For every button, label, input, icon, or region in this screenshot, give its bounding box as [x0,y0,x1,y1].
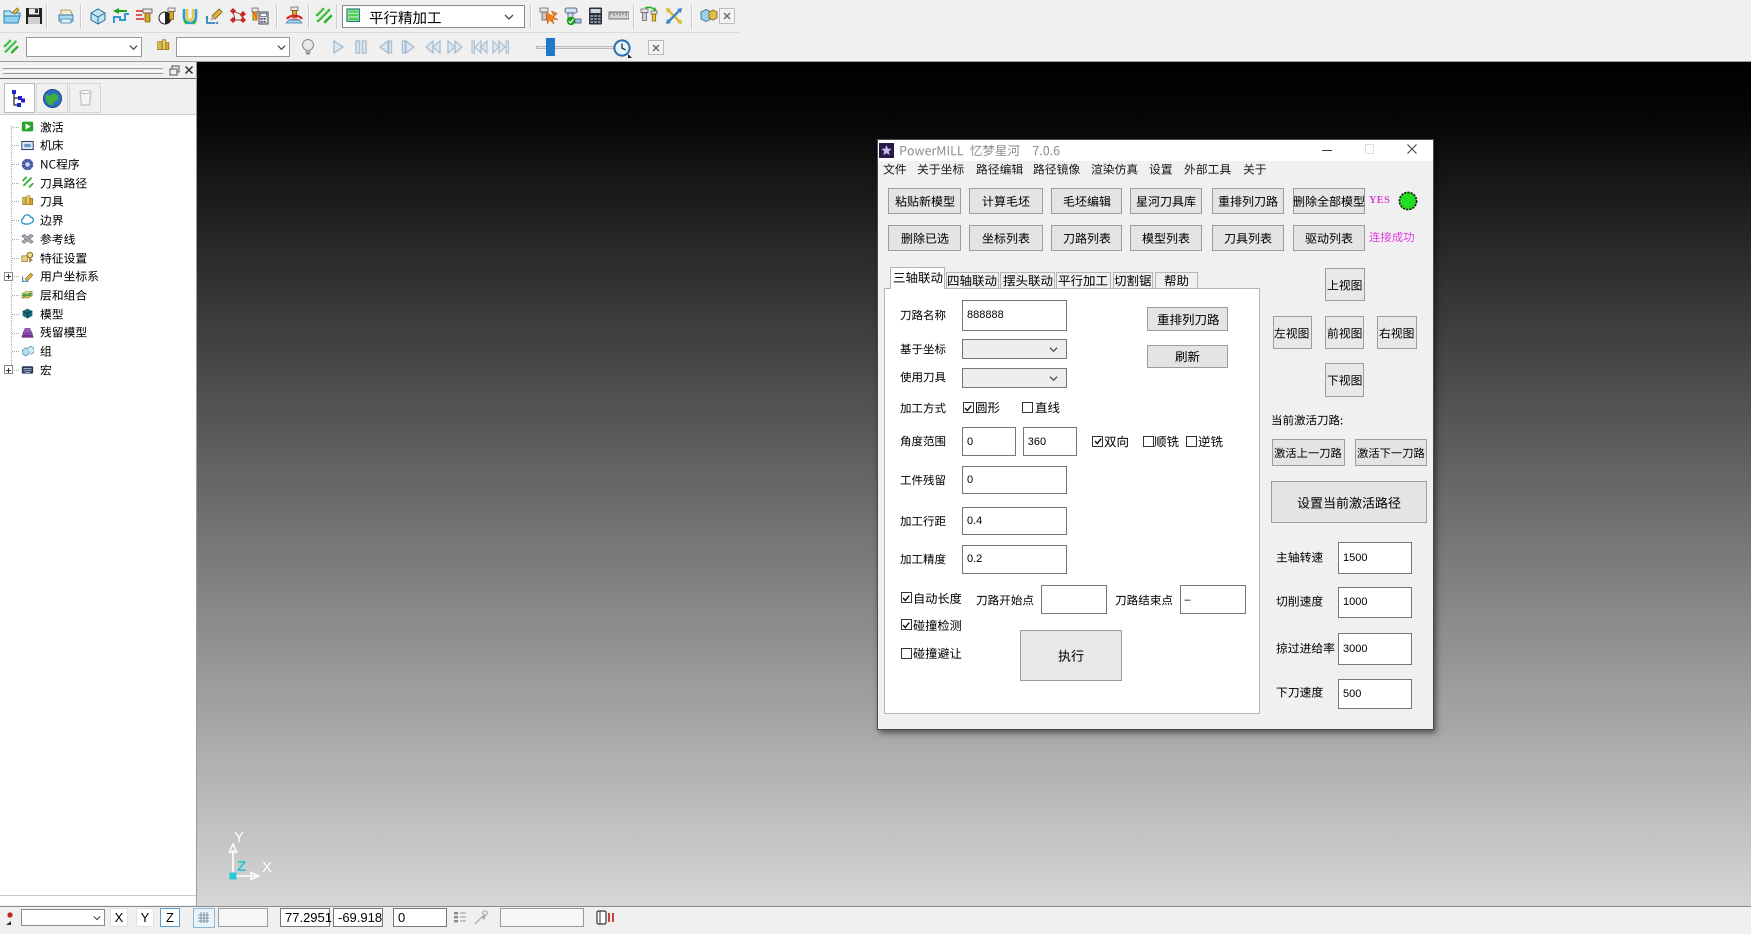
svg-text:Z: Z [237,858,246,875]
svg-text:X: X [262,859,272,876]
svg-text:Y: Y [234,830,244,846]
